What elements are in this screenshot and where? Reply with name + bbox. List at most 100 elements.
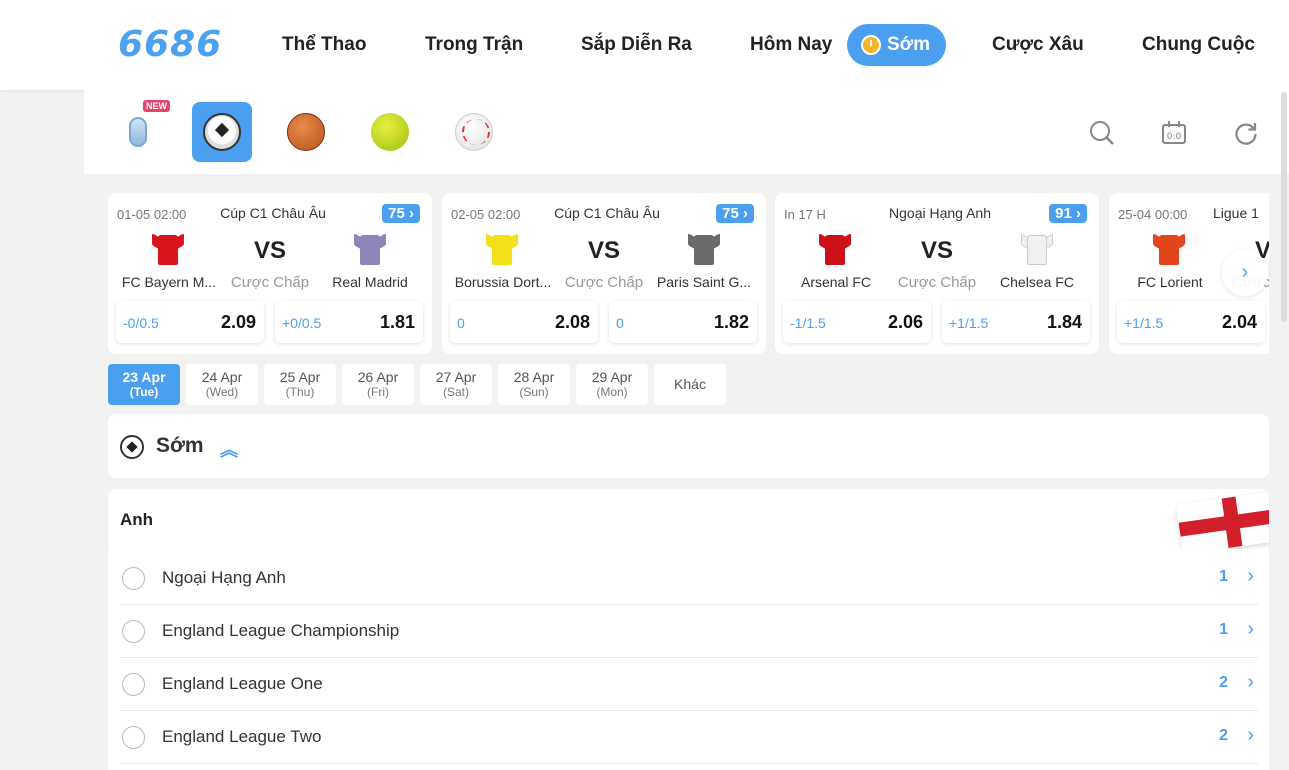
away-line: +0/0.5 [282, 315, 322, 331]
league-name: England League One [162, 674, 323, 693]
scoreboard-button[interactable]: 0:0 [1159, 118, 1189, 148]
nav-the-thao[interactable]: Thể Thao [282, 24, 366, 66]
away-line: 0 [616, 315, 624, 331]
sport-selector-bar: NEW 0:0 [84, 90, 1289, 174]
nav-hom-nay[interactable]: Hôm Nay [750, 24, 832, 66]
match-time: 02-05 02:00 [451, 207, 521, 222]
league-name: Ngoại Hạng Anh [162, 568, 286, 587]
soccer-icon [120, 435, 144, 459]
home-line: -0/0.5 [123, 315, 159, 331]
home-odd: 2.08 [554, 312, 590, 332]
home-odd: 2.06 [887, 312, 923, 332]
sport-baseball[interactable] [444, 102, 504, 162]
league-name: England League Two [162, 727, 322, 746]
search-button[interactable] [1087, 118, 1117, 148]
chevron-right-icon: › [1247, 671, 1254, 693]
league-radio[interactable] [122, 567, 145, 590]
carousel-next-button[interactable]: › [1222, 250, 1268, 296]
market-count-badge[interactable]: 75 › [716, 204, 754, 223]
home-odd-button[interactable]: +1/1.5 2.04 [1117, 301, 1265, 343]
league-radio[interactable] [122, 673, 145, 696]
handicap-label: Cược Chấp [230, 274, 310, 291]
nav-cuoc-xau[interactable]: Cược Xâu [992, 24, 1084, 66]
soccer-icon [203, 113, 241, 151]
match-card[interactable]: 02-05 02:00 Cúp C1 Châu Âu 75 › VS Borus… [442, 193, 766, 354]
match-time: In 17 H [784, 207, 826, 222]
scrollbar[interactable] [1281, 92, 1287, 322]
date-tab[interactable]: 26 Apr (Fri) [342, 364, 414, 405]
sport-soccer[interactable] [192, 102, 252, 162]
home-jersey-icon [152, 233, 184, 265]
country-header[interactable]: Anh [108, 489, 1269, 549]
date-tab-other[interactable]: Khác [654, 364, 726, 405]
away-line: +1/1.5 [949, 315, 989, 331]
league-radio[interactable] [122, 726, 145, 749]
league-row[interactable]: England League Two 2 › [120, 711, 1258, 764]
market-count-badge[interactable]: 75 › [382, 204, 420, 223]
vs-label: VS [587, 237, 620, 264]
league-name: England League Championship [162, 621, 400, 640]
scoreboard-icon: 0:0 [1162, 121, 1186, 144]
home-jersey-icon [486, 233, 518, 265]
date-tab[interactable]: 24 Apr (Wed) [186, 364, 258, 405]
league-count: 1 [1219, 568, 1228, 585]
home-odd-button[interactable]: 0 2.08 [450, 301, 598, 343]
nav-som[interactable]: Sớm [847, 24, 947, 66]
nav-chung-cuoc[interactable]: Chung Cuộc [1142, 24, 1255, 66]
match-league: Ngoại Hạng Anh [889, 205, 991, 221]
date-tab[interactable]: 29 Apr (Mon) [576, 364, 648, 405]
match-league: Cúp C1 Châu Âu [220, 205, 326, 221]
away-team-name: Real Madrid [332, 274, 408, 290]
new-badge: NEW [143, 100, 170, 112]
chevron-right-icon: › [1241, 261, 1249, 283]
league-radio[interactable] [122, 620, 145, 643]
league-row[interactable]: England League One 2 › [120, 658, 1258, 711]
collapse-chevron-icon[interactable]: ︽ [220, 436, 238, 462]
league-row[interactable]: Ngoại Hạng Anh 1 › [120, 552, 1258, 605]
home-jersey-icon [819, 233, 851, 265]
market-count-badge[interactable]: 91 › [1049, 204, 1087, 223]
nav-trong-tran[interactable]: Trong Trận [425, 24, 523, 66]
home-line: 0 [457, 315, 465, 331]
vs-label: VS [920, 237, 953, 264]
away-jersey-icon [688, 233, 720, 265]
date-tab[interactable]: 28 Apr (Sun) [498, 364, 570, 405]
match-time: 01-05 02:00 [117, 207, 187, 222]
away-odd: 1.84 [1046, 312, 1082, 332]
home-jersey-icon [1153, 233, 1185, 265]
away-odd-button[interactable]: +0/0.5 1.81 [275, 301, 423, 343]
league-count: 1 [1219, 621, 1228, 638]
home-odd: 2.09 [220, 312, 256, 332]
match-league: Cúp C1 Châu Âu [554, 205, 660, 221]
sport-tennis[interactable] [360, 102, 420, 162]
away-odd-button[interactable]: 0 1.82 [609, 301, 757, 343]
home-line: -1/1.5 [790, 315, 826, 331]
league-count: 2 [1219, 674, 1228, 691]
chevron-right-icon: › [1247, 724, 1254, 746]
home-odd-button[interactable]: -0/0.5 2.09 [116, 301, 264, 343]
section-title: Sớm [156, 434, 204, 457]
match-league: Ligue 1 [1213, 205, 1259, 221]
date-tab[interactable]: 23 Apr (Tue) [108, 364, 180, 405]
sport-basketball[interactable] [276, 102, 336, 162]
refresh-button[interactable] [1231, 118, 1261, 148]
away-odd-button[interactable]: +1/1.5 1.84 [942, 301, 1090, 343]
chevron-right-icon: › [1247, 618, 1254, 640]
date-tab[interactable]: 25 Apr (Thu) [264, 364, 336, 405]
league-row[interactable]: England League Championship 1 › [120, 605, 1258, 658]
away-team-name: Paris Saint G... [656, 274, 752, 290]
sport-voice[interactable]: NEW [108, 100, 170, 162]
match-card[interactable]: In 17 H Ngoại Hạng Anh 91 › VS Arsenal F… [775, 193, 1099, 354]
away-team-name: Chelsea FC [1000, 274, 1074, 290]
baseball-icon [455, 113, 493, 151]
search-icon [1090, 121, 1114, 145]
site-logo[interactable]: 6686 [118, 24, 222, 65]
match-card[interactable]: 01-05 02:00 Cúp C1 Châu Âu 75 › VS FC Ba… [108, 193, 432, 354]
league-count: 2 [1219, 727, 1228, 744]
date-tab[interactable]: 27 Apr (Sat) [420, 364, 492, 405]
home-odd-button[interactable]: -1/1.5 2.06 [783, 301, 931, 343]
vs-label: VS [253, 237, 286, 264]
nav-sap-dien-ra[interactable]: Sắp Diễn Ra [581, 24, 692, 66]
home-team-name: FC Lorient [1137, 274, 1203, 290]
league-list: Ngoại Hạng Anh 1 › England League Champi… [108, 549, 1269, 770]
